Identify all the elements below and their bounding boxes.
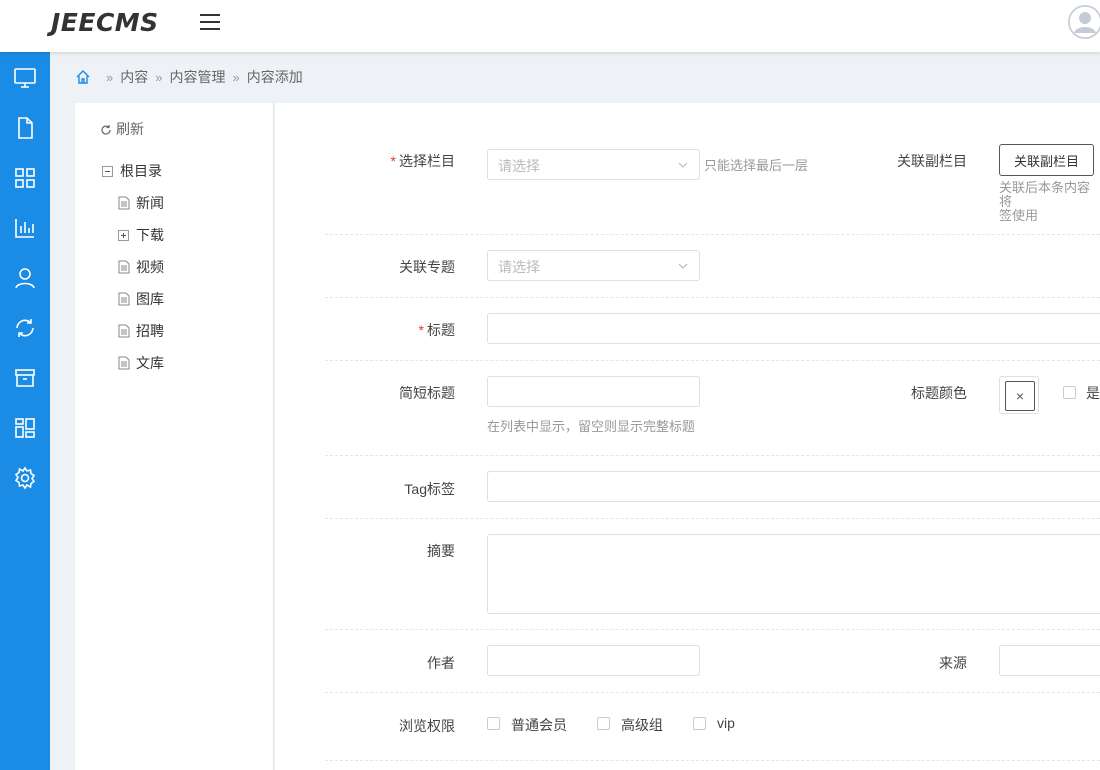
channel-select-placeholder: 请选择 [498, 158, 540, 174]
monitor-icon[interactable] [13, 66, 37, 90]
document-icon [118, 356, 130, 370]
refresh-icon [100, 123, 112, 135]
view-permission-label: 浏览权限 [399, 718, 455, 734]
user-avatar-icon[interactable] [1068, 5, 1100, 39]
title-color-picker[interactable]: × [999, 376, 1039, 414]
tree-node-label: 视频 [136, 259, 164, 275]
author-input[interactable] [487, 645, 700, 676]
short-title-hint: 在列表中显示，留空则显示完整标题 [487, 419, 696, 434]
breadcrumb-separator: » [155, 69, 163, 85]
home-icon[interactable] [75, 69, 91, 85]
channel-select[interactable]: 请选择 [487, 149, 700, 180]
tags-input[interactable] [487, 471, 1100, 502]
row-divider [325, 629, 1100, 630]
archive-box-icon[interactable] [13, 366, 37, 390]
channel-label: * 选择栏目 [390, 153, 455, 169]
row-divider [325, 234, 1100, 235]
tree-node-label: 文库 [136, 355, 164, 371]
chevron-down-icon [677, 259, 689, 271]
tree-node-label: 招聘 [136, 323, 164, 339]
breadcrumb-item-content[interactable]: 内容 [120, 67, 148, 87]
sub-channel-hint: 关联后本条内容将 签使用 [999, 180, 1091, 223]
tree-node-download[interactable]: 下载 [118, 225, 164, 245]
permission-checkbox-member[interactable] [487, 717, 500, 730]
title-input[interactable] [487, 313, 1100, 344]
tree-node-label: 图库 [136, 291, 164, 307]
apps-grid-icon[interactable] [13, 166, 37, 190]
widgets-icon[interactable] [13, 416, 37, 440]
permission-checkbox-advanced[interactable] [597, 717, 610, 730]
tags-label: Tag标签 [404, 481, 455, 497]
refresh-label: 刷新 [116, 121, 144, 137]
breadcrumb-item-content-add: 内容添加 [246, 69, 303, 85]
source-input[interactable] [999, 645, 1100, 676]
topic-label: 关联专题 [399, 259, 455, 275]
row-divider [325, 692, 1100, 693]
row-divider [325, 297, 1100, 298]
row-divider [325, 760, 1100, 761]
document-icon [118, 292, 130, 306]
sidebar [0, 52, 50, 770]
title-bold-label: 是 [1086, 385, 1100, 401]
tree-node-video[interactable]: 视频 [118, 257, 164, 277]
source-label: 来源 [939, 655, 967, 671]
refresh-button[interactable]: 刷新 [100, 119, 144, 139]
permission-label-advanced: 高级组 [621, 717, 663, 733]
top-header: JEECMS [0, 0, 1100, 52]
row-divider [325, 518, 1100, 519]
title-bold-checkbox[interactable] [1063, 386, 1076, 399]
breadcrumb-separator: » [106, 69, 114, 85]
expand-toggle-icon[interactable] [118, 229, 129, 241]
sub-channel-button[interactable]: 关联副栏目 [999, 144, 1095, 176]
summary-textarea[interactable] [487, 534, 1100, 614]
clear-color-icon: × [1005, 381, 1035, 411]
settings-icon[interactable] [13, 466, 37, 490]
chevron-down-icon [677, 158, 689, 170]
breadcrumb: » 内容 » 内容管理 » 内容添加 [75, 66, 303, 88]
title-color-label: 标题颜色 [911, 385, 967, 401]
document-icon [118, 260, 130, 274]
content-form: * 选择栏目 请选择 只能选择最后一层 关联副栏目 关联副栏目 关联后本条内容将 … [275, 103, 1100, 770]
user-icon[interactable] [13, 266, 37, 290]
breadcrumb-item-content-manage[interactable]: 内容管理 [169, 67, 225, 87]
logo[interactable]: JEECMS [51, 8, 159, 37]
sub-channel-label: 关联副栏目 [897, 153, 967, 169]
topic-select-placeholder: 请选择 [498, 259, 540, 275]
short-title-label: 简短标题 [399, 385, 455, 401]
breadcrumb-separator: » [232, 69, 240, 85]
author-label: 作者 [427, 655, 455, 671]
sync-icon[interactable] [13, 316, 37, 340]
row-divider [325, 360, 1100, 361]
hamburger-icon[interactable] [200, 14, 220, 30]
collapse-toggle-icon[interactable] [102, 165, 113, 177]
permission-label-vip: vip [717, 715, 735, 731]
summary-label: 摘要 [427, 543, 455, 559]
tree-node-news[interactable]: 新闻 [118, 193, 164, 213]
permission-checkbox-vip[interactable] [693, 717, 706, 730]
tree-node-library[interactable]: 文库 [118, 353, 164, 373]
document-icon[interactable] [13, 116, 37, 140]
document-icon [118, 324, 130, 338]
short-title-input[interactable] [487, 376, 700, 407]
channel-tree-panel: 刷新 根目录 新闻 下载 视频 图库 招聘 文库 [75, 103, 274, 770]
permission-label-member: 普通会员 [511, 717, 567, 733]
tree-node-label: 新闻 [136, 195, 164, 211]
tree-root-label[interactable]: 根目录 [120, 161, 162, 181]
topic-select[interactable]: 请选择 [487, 250, 700, 281]
bar-chart-icon[interactable] [13, 216, 37, 240]
tree-node-label: 下载 [136, 227, 164, 243]
tree-node-gallery[interactable]: 图库 [118, 289, 164, 309]
title-label: * 标题 [418, 322, 455, 338]
tree-root[interactable]: 根目录 [102, 161, 162, 181]
document-icon [118, 196, 130, 210]
row-divider [325, 455, 1100, 456]
tree-node-jobs[interactable]: 招聘 [118, 321, 164, 341]
